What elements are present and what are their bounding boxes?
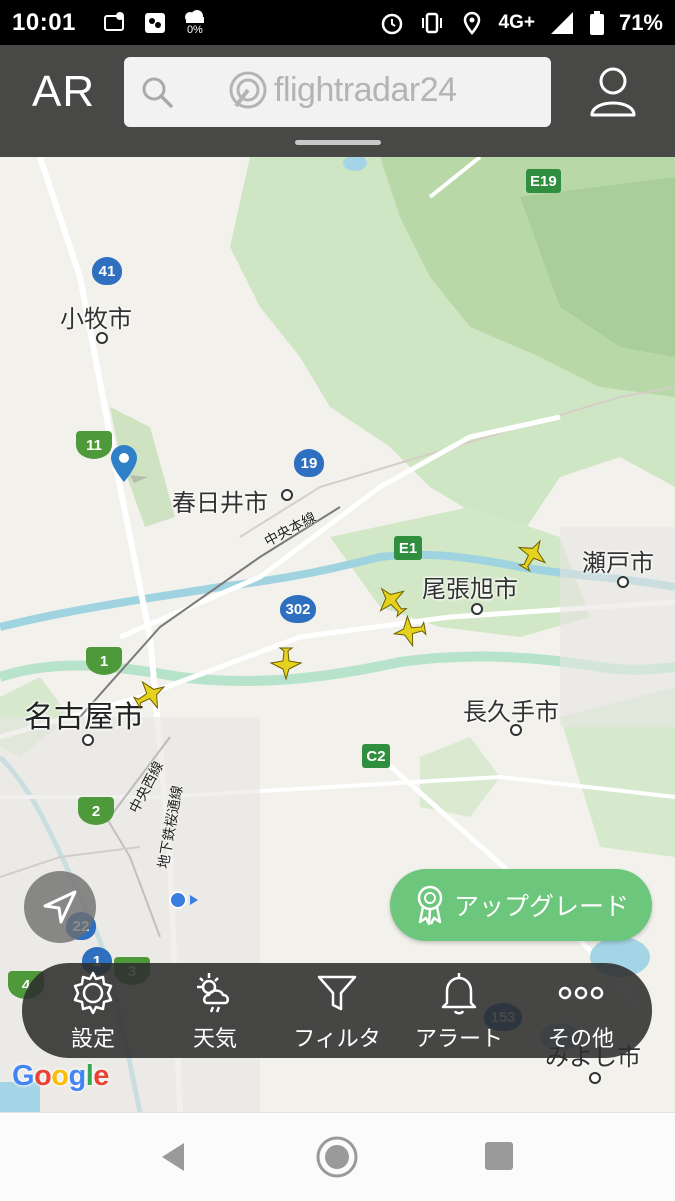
upgrade-button[interactable]: アップグレード — [390, 869, 652, 941]
radar-logo-icon — [229, 71, 267, 109]
nagoya-marker — [82, 734, 94, 746]
place-nagoya: 名古屋市 — [24, 700, 144, 735]
toolbar-weather[interactable]: 天気 — [155, 969, 275, 1053]
drawer-handle[interactable] — [295, 140, 381, 145]
toolbar-weather-label: 天気 — [192, 1026, 237, 1052]
bell-icon — [441, 972, 477, 1014]
owariasahi-marker — [471, 603, 483, 615]
top-header: AR flightradar24 — [0, 45, 675, 157]
shield-11: 11 — [76, 431, 112, 459]
shield-2: 2 — [78, 797, 114, 825]
shield-302: 302 — [280, 595, 316, 623]
battery-icon — [589, 10, 604, 35]
more-icon — [558, 986, 604, 999]
location-icon — [463, 11, 480, 35]
battery-percent: 71% — [618, 9, 663, 35]
toolbar-more[interactable]: その他 — [521, 969, 641, 1053]
komaki-marker — [96, 332, 108, 344]
shield-1: 1 — [86, 647, 122, 675]
weather-icon — [197, 972, 229, 1012]
weather-status: 0% — [182, 9, 208, 36]
place-seto: 瀬戸市 — [582, 549, 654, 577]
back-icon[interactable] — [158, 1141, 190, 1173]
nagakute-marker — [510, 724, 522, 736]
home-icon[interactable] — [315, 1135, 359, 1179]
bottom-toolbar: 設定 天気 フィルタ アラート その他 — [22, 963, 652, 1058]
shield-41: 41 — [92, 257, 122, 285]
miyoshi-marker — [589, 1072, 601, 1084]
toolbar-filter-label: フィルタ — [293, 1026, 381, 1052]
place-owariasahi: 尾張旭市 — [422, 575, 518, 603]
toolbar-more-label: その他 — [547, 1026, 614, 1052]
locate-button[interactable] — [24, 871, 96, 943]
toolbar-filter[interactable]: フィルタ — [277, 969, 397, 1053]
gear-icon — [73, 971, 113, 1014]
logo-text: flightradar24 — [274, 70, 457, 109]
filter-icon — [317, 975, 357, 1010]
signal-icon — [550, 11, 573, 34]
google-attribution: Google — [12, 1060, 109, 1092]
navigation-arrow-icon — [43, 890, 77, 924]
search-bar[interactable]: flightradar24 — [124, 57, 551, 127]
shield-19: 19 — [294, 449, 324, 477]
upgrade-label: アップグレード — [454, 892, 630, 921]
plane-icon[interactable] — [389, 610, 431, 652]
notification-steps-icon — [144, 12, 165, 33]
kasugai-marker — [281, 489, 293, 501]
status-time: 10:01 — [12, 8, 76, 36]
place-kasugai: 春日井市 — [172, 489, 268, 517]
notification-app-icon — [103, 11, 124, 31]
toolbar-settings-label: 設定 — [70, 1026, 115, 1052]
weather-percent: 0% — [186, 24, 203, 36]
user-icon[interactable] — [588, 65, 638, 117]
network-type: 4G+ — [498, 11, 535, 33]
alarm-icon — [381, 13, 402, 34]
ar-button[interactable]: AR — [32, 67, 95, 117]
android-nav-bar — [0, 1112, 675, 1201]
status-bar: 10:01 0% 4G+ 71% — [0, 0, 675, 45]
shield-e19: E19 — [526, 169, 561, 193]
toolbar-settings[interactable]: 設定 — [33, 969, 153, 1053]
vibrate-icon — [421, 12, 442, 33]
cloud-icon — [184, 10, 204, 23]
place-nagakute: 長久手市 — [463, 698, 559, 726]
plane-icon[interactable] — [268, 645, 304, 681]
flightradar24-logo: flightradar24 — [228, 70, 457, 110]
seto-marker — [617, 576, 629, 588]
search-icon — [142, 77, 173, 108]
map-pin-icon[interactable] — [108, 443, 152, 487]
toolbar-alerts[interactable]: アラート — [399, 969, 519, 1053]
recents-icon[interactable] — [484, 1141, 514, 1171]
toolbar-alerts-label: アラート — [414, 1026, 503, 1052]
shield-e1: E1 — [394, 536, 422, 560]
shield-c2: C2 — [362, 744, 390, 768]
my-location-dot-icon — [169, 891, 198, 909]
ribbon-icon — [417, 885, 443, 926]
place-komaki: 小牧市 — [60, 305, 132, 333]
